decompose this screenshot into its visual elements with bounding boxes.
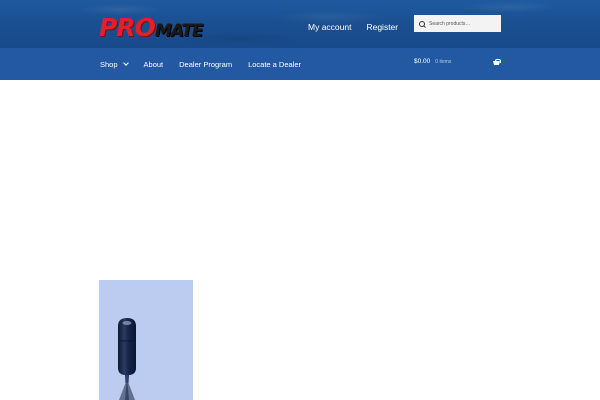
nav-item-shop-label: Shop	[100, 60, 118, 69]
nav-item-locate-a-dealer[interactable]: Locate a Dealer	[248, 60, 301, 69]
basket-icon[interactable]	[493, 59, 500, 65]
my-account-link[interactable]: My account	[308, 22, 351, 32]
chevron-down-icon	[122, 60, 129, 66]
logo-pro-text: PRO	[99, 13, 156, 42]
search-input[interactable]	[429, 20, 499, 27]
logo-mate-text: MATE	[154, 21, 204, 41]
cart-total: $0.00	[414, 58, 431, 65]
search-icon	[419, 20, 425, 27]
account-links: My account Register	[308, 22, 398, 32]
primary-nav-menu: Shop About Dealer Program Locate a Deale…	[100, 60, 301, 69]
nav-item-shop[interactable]: Shop	[100, 60, 129, 69]
cart-count: 0 items	[435, 58, 452, 65]
header-cart[interactable]: $0.00 0 items	[414, 58, 451, 65]
site-header	[0, 0, 600, 48]
primary-nav-bar: Shop About Dealer Program Locate a Deale…	[0, 48, 600, 80]
site-logo[interactable]: PRO MATE	[99, 13, 204, 42]
nav-item-dealer-program[interactable]: Dealer Program	[179, 60, 232, 69]
search-box[interactable]	[414, 15, 501, 32]
product-photo	[118, 318, 136, 400]
nav-item-about[interactable]: About	[144, 60, 164, 69]
product-image[interactable]	[99, 280, 193, 400]
register-link[interactable]: Register	[366, 22, 398, 32]
